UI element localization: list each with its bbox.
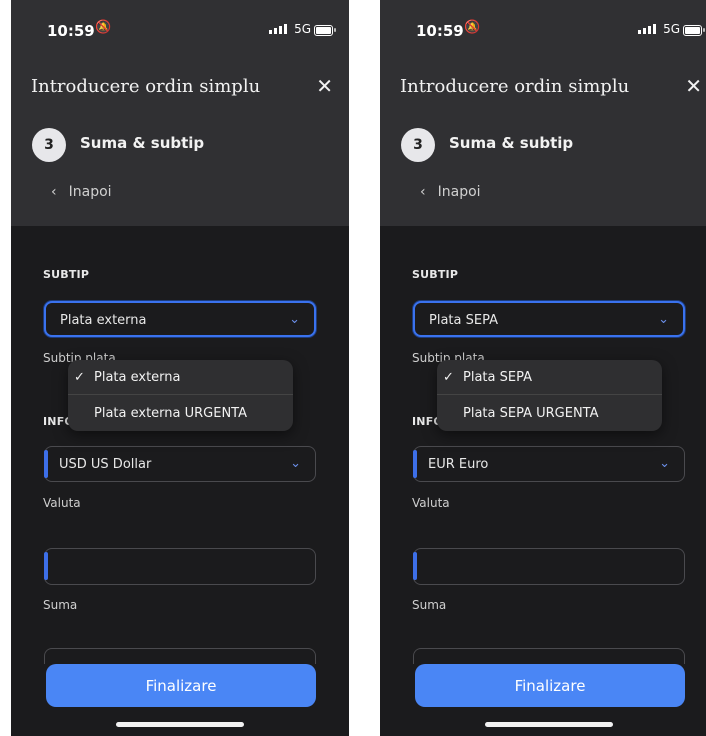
subtip-select-value: Plata SEPA: [429, 313, 498, 328]
chevron-left-icon: ‹: [51, 184, 57, 200]
field-accent-bar: [413, 552, 417, 580]
currency-select-value: EUR Euro: [428, 457, 489, 472]
chevron-down-icon: ⌄: [658, 312, 669, 327]
home-indicator: [116, 722, 244, 727]
finalize-button[interactable]: Finalizare: [415, 664, 685, 707]
subtip-dropdown-menu: ✓ Plata externa Plata externa URGENTA: [68, 360, 293, 431]
checkmark-icon: ✓: [443, 369, 454, 385]
battery-icon: [683, 25, 705, 36]
silent-bell-icon: 🔕: [464, 20, 481, 35]
dropdown-option[interactable]: ✓ Plata externa: [68, 360, 293, 395]
chevron-down-icon: ⌄: [290, 456, 301, 471]
phone-screen-left: 10:59 🔕 5G Introducere ordin simplu ✕ 3 …: [11, 0, 349, 736]
chevron-down-icon: ⌄: [289, 312, 300, 327]
finalize-button[interactable]: Finalizare: [46, 664, 316, 707]
subtip-select[interactable]: Plata SEPA ⌄: [413, 301, 685, 337]
status-time: 10:59: [416, 22, 464, 40]
page-title: Introducere ordin simplu: [400, 76, 630, 97]
status-bar: 10:59 🔕 5G: [380, 0, 706, 56]
battery-icon: [314, 25, 336, 36]
dropdown-option-label: Plata externa: [94, 369, 181, 385]
header-panel: 10:59 🔕 5G Introducere ordin simplu ✕ 3 …: [11, 0, 349, 226]
currency-caption: Valuta: [43, 496, 81, 510]
subtip-select-value: Plata externa: [60, 313, 147, 328]
back-button[interactable]: ‹ Inapoi: [51, 184, 112, 200]
phone-screen-right: 10:59 🔕 5G Introducere ordin simplu ✕ 3 …: [380, 0, 706, 736]
dropdown-option-label: Plata externa URGENTA: [94, 406, 248, 421]
back-label: Inapoi: [68, 184, 112, 200]
page-title: Introducere ordin simplu: [31, 76, 261, 97]
close-icon[interactable]: ✕: [316, 74, 333, 98]
back-label: Inapoi: [437, 184, 481, 200]
signal-icon: [269, 24, 287, 34]
subtip-dropdown-menu: ✓ Plata SEPA Plata SEPA URGENTA: [437, 360, 662, 431]
signal-icon: [638, 24, 656, 34]
currency-select[interactable]: EUR Euro ⌄: [413, 446, 685, 482]
step-label: Suma & subtip: [449, 134, 574, 152]
dropdown-option-label: Plata SEPA: [463, 369, 532, 385]
next-field-partial: [44, 648, 316, 664]
step-number-badge: 3: [401, 128, 435, 162]
section-subtip-heading: SUBTIP: [412, 268, 459, 281]
amount-input[interactable]: [413, 548, 685, 585]
step-number-badge: 3: [32, 128, 66, 162]
chevron-down-icon: ⌄: [659, 456, 670, 471]
status-bar: 10:59 🔕 5G: [11, 0, 349, 56]
home-indicator: [485, 722, 613, 727]
dropdown-option-label: Plata SEPA URGENTA: [463, 406, 599, 421]
header-panel: 10:59 🔕 5G Introducere ordin simplu ✕ 3 …: [380, 0, 706, 226]
subtip-select[interactable]: Plata externa ⌄: [44, 301, 316, 337]
network-label: 5G: [294, 22, 311, 36]
dropdown-option[interactable]: ✓ Plata SEPA: [437, 360, 662, 395]
amount-input[interactable]: [44, 548, 316, 585]
field-accent-bar: [413, 450, 417, 478]
step-label: Suma & subtip: [80, 134, 205, 152]
amount-caption: Suma: [412, 598, 447, 612]
field-accent-bar: [44, 552, 48, 580]
close-icon[interactable]: ✕: [685, 74, 702, 98]
dropdown-option[interactable]: Plata externa URGENTA: [68, 396, 293, 431]
chevron-left-icon: ‹: [420, 184, 426, 200]
field-accent-bar: [44, 450, 48, 478]
amount-caption: Suma: [43, 598, 78, 612]
currency-select[interactable]: USD US Dollar ⌄: [44, 446, 316, 482]
checkmark-icon: ✓: [74, 369, 85, 385]
network-label: 5G: [663, 22, 680, 36]
back-button[interactable]: ‹ Inapoi: [420, 184, 481, 200]
currency-select-value: USD US Dollar: [59, 457, 152, 472]
section-subtip-heading: SUBTIP: [43, 268, 90, 281]
silent-bell-icon: 🔕: [95, 20, 112, 35]
currency-caption: Valuta: [412, 496, 450, 510]
dropdown-option[interactable]: Plata SEPA URGENTA: [437, 396, 662, 431]
next-field-partial: [413, 648, 685, 664]
status-time: 10:59: [47, 22, 95, 40]
